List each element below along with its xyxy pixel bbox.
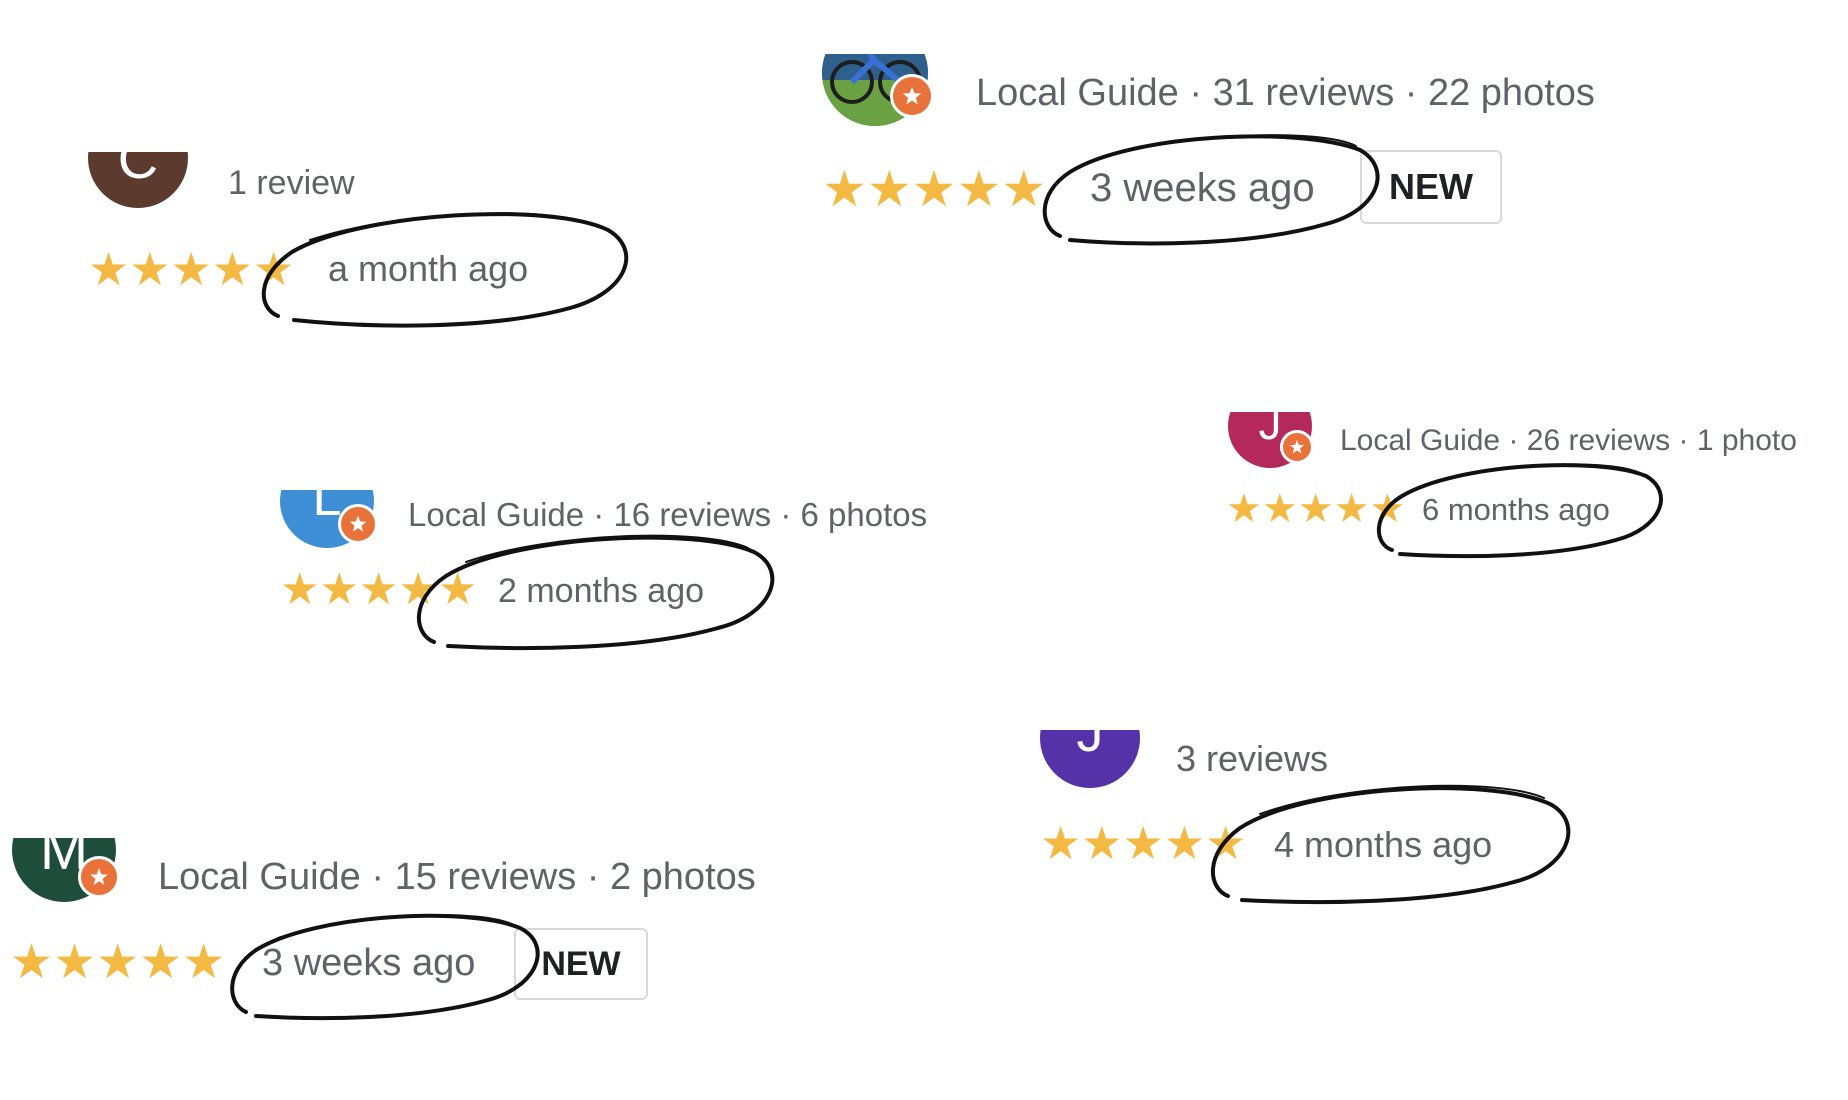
star-icon: ★ [1040, 817, 1082, 869]
avatar-letter: C [117, 152, 159, 190]
star-rating: ★★★★★ [88, 242, 294, 296]
star-icon: ★ [1122, 817, 1164, 869]
review-time: 3 weeks ago [262, 942, 476, 984]
star-icon: ★ [88, 243, 130, 295]
star-icon: ★ [96, 936, 140, 989]
local-guide-badge-icon [1280, 430, 1314, 464]
review-time: 2 months ago [498, 572, 705, 610]
star-icon: ★ [139, 936, 183, 989]
star-icon: ★ [129, 243, 171, 295]
review-time: a month ago [328, 248, 529, 289]
star-icon: ★ [1261, 487, 1298, 531]
review-time: 3 weeks ago [1090, 166, 1315, 210]
star-icon: ★ [866, 161, 912, 217]
review-time: 6 months ago [1422, 492, 1610, 527]
avatar[interactable]: J [1040, 730, 1140, 788]
star-icon: ★ [211, 243, 253, 295]
reviewer-meta[interactable]: 1 review [228, 164, 355, 203]
star-icon: ★ [1369, 487, 1406, 531]
star-icon: ★ [437, 565, 478, 614]
reviewer-meta[interactable]: Local Guide · 15 reviews · 2 photos [158, 856, 756, 899]
avatar[interactable]: C [88, 152, 188, 208]
local-guide-badge-icon [78, 856, 120, 898]
avatar-clip: J [1040, 730, 1144, 790]
local-guide-badge-icon [338, 504, 378, 544]
new-badge: NEW [1360, 150, 1502, 224]
reviewer-meta[interactable]: Local Guide · 16 reviews · 6 photos [408, 496, 927, 534]
star-rating: ★★★★★ [1040, 816, 1246, 870]
local-guide-badge-icon [890, 74, 934, 118]
star-icon: ★ [956, 161, 1002, 217]
star-icon: ★ [398, 565, 438, 614]
star-rating: ★★★★★ [822, 160, 1046, 218]
star-icon: ★ [1226, 487, 1262, 531]
star-icon: ★ [1001, 161, 1047, 217]
avatar-clip: C [88, 152, 192, 212]
star-icon: ★ [10, 936, 54, 989]
star-icon: ★ [1333, 487, 1370, 531]
star-rating: ★★★★★ [280, 564, 477, 615]
star-rating: ★★★★★ [1226, 486, 1405, 532]
star-icon: ★ [822, 161, 867, 217]
star-icon: ★ [182, 936, 226, 989]
star-icon: ★ [1297, 487, 1334, 531]
star-icon: ★ [358, 565, 399, 614]
avatar-clip [822, 54, 942, 126]
star-icon: ★ [280, 565, 320, 614]
avatar-letter: J [1076, 730, 1104, 763]
star-icon: ★ [911, 161, 957, 217]
star-rating: ★★★★★ [10, 934, 225, 990]
reviewer-meta[interactable]: Local Guide · 26 reviews · 1 photo [1340, 424, 1797, 458]
star-icon: ★ [170, 243, 212, 295]
avatar-clip: L [280, 490, 380, 548]
avatar-clip: M [12, 838, 124, 902]
star-icon: ★ [253, 243, 295, 295]
star-icon: ★ [1081, 817, 1123, 869]
new-badge: NEW [514, 928, 648, 1000]
reviewer-meta[interactable]: 3 reviews [1176, 738, 1328, 780]
star-icon: ★ [1205, 817, 1247, 869]
review-time: 4 months ago [1274, 824, 1493, 865]
star-icon: ★ [319, 565, 359, 614]
reviewer-meta[interactable]: Local Guide · 31 reviews · 22 photos [976, 72, 1595, 115]
star-icon: ★ [53, 936, 97, 989]
star-icon: ★ [1163, 817, 1205, 869]
avatar-clip: J [1228, 412, 1316, 468]
